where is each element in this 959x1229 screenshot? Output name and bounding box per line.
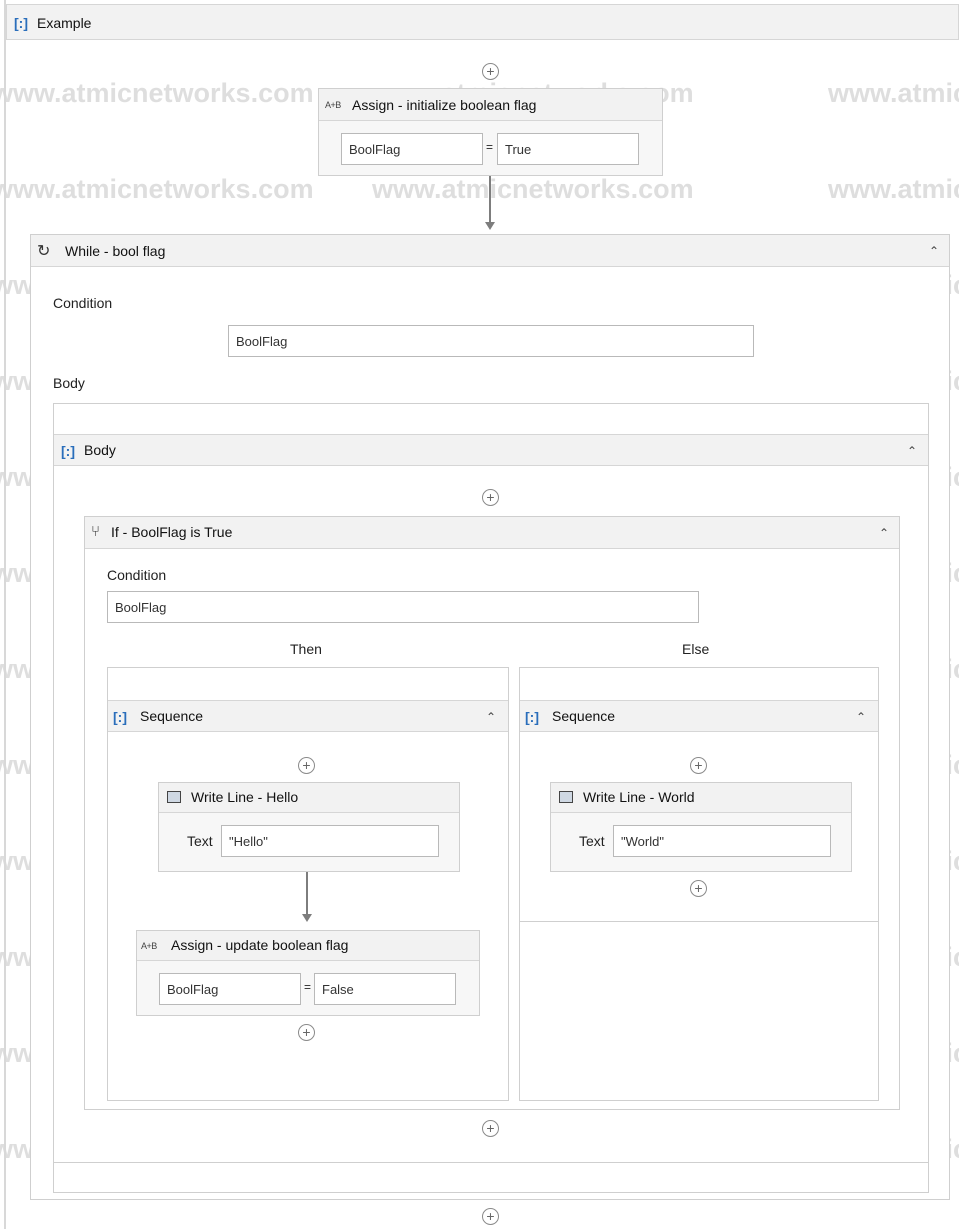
add-icon[interactable]: +	[690, 757, 707, 774]
if-header: ⑂ If - BoolFlag is True ⌃	[85, 517, 899, 549]
flow-arrow-head	[485, 222, 495, 230]
collapse-chevron-icon[interactable]: ⌃	[929, 244, 939, 258]
assign-to-field[interactable]: BoolFlag	[159, 973, 301, 1005]
watermark: www.atmicnetworks.com	[0, 174, 314, 204]
write-line-icon	[167, 791, 181, 803]
while-activity[interactable]: ↻ While - bool flag ⌃ Condition BoolFlag…	[30, 234, 950, 1200]
flow-arrow-head	[302, 914, 312, 922]
if-condition-label: Condition	[107, 567, 167, 583]
while-condition-label: Condition	[53, 295, 113, 311]
add-icon[interactable]: +	[482, 1208, 499, 1225]
assign-value-field[interactable]: False	[314, 973, 456, 1005]
equals-sign: =	[486, 140, 494, 154]
collapse-chevron-icon[interactable]: ⌃	[856, 710, 866, 724]
else-sequence-header: [:] Sequence ⌃	[520, 700, 878, 732]
sequence-icon: [:]	[60, 443, 75, 459]
assign-initialize-activity[interactable]: A+B Assign - initialize boolean flag Boo…	[318, 88, 663, 176]
write-line-icon	[559, 791, 573, 803]
while-title: While - bool flag	[65, 243, 166, 259]
assign-update-activity[interactable]: A+B Assign - update boolean flag BoolFla…	[136, 930, 480, 1016]
assign-to-field[interactable]: BoolFlag	[341, 133, 483, 165]
collapse-chevron-icon[interactable]: ⌃	[907, 444, 917, 458]
add-icon[interactable]: +	[482, 63, 499, 80]
write-line-text-label: Text	[187, 833, 213, 849]
else-sequence[interactable]: [:] Sequence ⌃ + Write Line - World Text…	[519, 667, 879, 1101]
body-sequence-header: [:] Body ⌃	[54, 434, 928, 466]
canvas-left-border	[4, 0, 6, 1229]
sequence-icon: [:]	[112, 709, 127, 725]
then-sequence-header: [:] Sequence ⌃	[108, 700, 508, 732]
if-condition-field[interactable]: BoolFlag	[107, 591, 699, 623]
add-icon[interactable]: +	[690, 880, 707, 897]
flow-arrow-line	[489, 176, 491, 222]
body-sequence-divider	[54, 1162, 928, 1163]
if-activity[interactable]: ⑂ If - BoolFlag is True ⌃ Condition Bool…	[84, 516, 900, 1110]
write-line-world-activity[interactable]: Write Line - World Text "World"	[550, 782, 852, 872]
sequence-icon: [:]	[13, 15, 28, 31]
then-sequence[interactable]: [:] Sequence ⌃ + Write Line - Hello Text…	[107, 667, 509, 1101]
if-title: If - BoolFlag is True	[111, 524, 233, 540]
else-sequence-title: Sequence	[552, 708, 616, 724]
example-sequence-title: Example	[37, 15, 92, 31]
assign-initialize-header: A+B Assign - initialize boolean flag	[319, 89, 662, 121]
assign-value-field[interactable]: True	[497, 133, 639, 165]
if-icon: ⑂	[91, 523, 101, 540]
add-icon[interactable]: +	[298, 757, 315, 774]
assign-initialize-title: Assign - initialize boolean flag	[352, 97, 537, 113]
write-line-hello-title: Write Line - Hello	[191, 789, 299, 805]
while-header: ↻ While - bool flag ⌃	[31, 235, 949, 267]
body-sequence-container[interactable]: [:] Body ⌃ + ⑂ If - BoolFlag is True ⌃ C…	[53, 403, 929, 1193]
write-line-world-title: Write Line - World	[583, 789, 695, 805]
write-line-hello-activity[interactable]: Write Line - Hello Text "Hello"	[158, 782, 460, 872]
add-icon[interactable]: +	[482, 489, 499, 506]
watermark: www.atmicnetworks.com	[828, 78, 959, 108]
collapse-chevron-icon[interactable]: ⌃	[879, 526, 889, 540]
write-line-text-field[interactable]: "World"	[613, 825, 831, 857]
watermark: www.atmicnetworks.com	[0, 78, 314, 108]
assign-update-title: Assign - update boolean flag	[171, 937, 349, 953]
while-loop-icon: ↻	[37, 243, 51, 260]
equals-sign: =	[304, 980, 312, 994]
write-line-world-header: Write Line - World	[551, 783, 851, 813]
example-sequence-header[interactable]: [:] Example	[6, 4, 959, 40]
write-line-text-label: Text	[579, 833, 605, 849]
then-label: Then	[290, 641, 322, 657]
while-body-label: Body	[53, 375, 85, 391]
add-icon[interactable]: +	[482, 1120, 499, 1137]
write-line-text-field[interactable]: "Hello"	[221, 825, 439, 857]
then-sequence-title: Sequence	[140, 708, 204, 724]
assign-icon: A+B	[141, 941, 157, 951]
sequence-icon: [:]	[524, 709, 539, 725]
watermark: www.atmicnetworks.com	[828, 174, 959, 204]
assign-icon: A+B	[325, 100, 341, 110]
while-condition-field[interactable]: BoolFlag	[228, 325, 754, 357]
write-line-hello-header: Write Line - Hello	[159, 783, 459, 813]
flow-arrow-line	[306, 872, 308, 916]
add-icon[interactable]: +	[298, 1024, 315, 1041]
else-label: Else	[682, 641, 710, 657]
watermark: www.atmicnetworks.com	[372, 174, 694, 204]
collapse-chevron-icon[interactable]: ⌃	[486, 710, 496, 724]
body-sequence-title: Body	[84, 442, 116, 458]
assign-update-header: A+B Assign - update boolean flag	[137, 931, 479, 961]
